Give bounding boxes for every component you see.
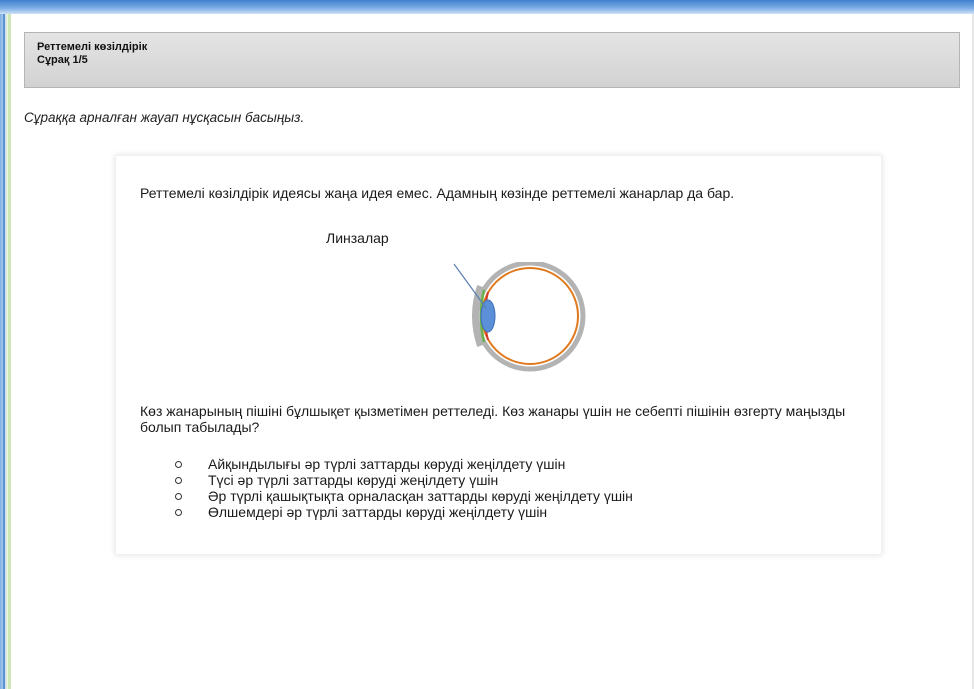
- answer-option-label: Айқындылығы әр түрлі заттарды көруді жең…: [208, 456, 566, 472]
- answer-option-label: Түсі әр түрлі заттарды көруді жеңілдету …: [208, 472, 499, 488]
- left-green-accent: [8, 14, 11, 689]
- window-top-bar: [0, 0, 974, 14]
- question-text: Көз жанарының пішіні бұлшықет қызметімен…: [140, 403, 846, 435]
- radio-icon[interactable]: [175, 477, 182, 484]
- instruction-text: Сұраққа арналған жауап нұсқасын басыңыз.: [24, 110, 305, 125]
- answer-option-label: Әр түрлі қашықтықта орналасқан заттарды …: [208, 488, 633, 504]
- figure-label: Линзалар: [326, 230, 389, 246]
- unit-title: Реттемелі көзілдірік: [37, 41, 148, 53]
- answer-option-1[interactable]: Айқындылығы әр түрлі заттарды көруді жең…: [175, 456, 633, 472]
- question-counter: Сұрақ 1/5: [37, 54, 88, 66]
- answer-option-4[interactable]: Өлшемдері әр түрлі заттарды көруді жеңіл…: [175, 504, 633, 520]
- question-header: Реттемелі көзілдірік Сұрақ 1/5: [24, 32, 960, 88]
- stimulus-intro: Реттемелі көзілдірік идеясы жаңа идея ем…: [140, 185, 735, 201]
- radio-icon[interactable]: [175, 509, 182, 516]
- eye-diagram: [453, 262, 586, 372]
- answer-options: Айқындылығы әр түрлі заттарды көруді жең…: [175, 456, 633, 520]
- answer-option-2[interactable]: Түсі әр түрлі заттарды көруді жеңілдету …: [175, 472, 633, 488]
- left-blue-accent: [3, 14, 5, 689]
- answer-option-3[interactable]: Әр түрлі қашықтықта орналасқан заттарды …: [175, 488, 633, 504]
- eye-retina: [481, 267, 579, 365]
- answer-option-label: Өлшемдері әр түрлі заттарды көруді жеңіл…: [208, 504, 548, 520]
- radio-icon[interactable]: [175, 461, 182, 468]
- label-pointer-line: [453, 263, 487, 309]
- radio-icon[interactable]: [175, 493, 182, 500]
